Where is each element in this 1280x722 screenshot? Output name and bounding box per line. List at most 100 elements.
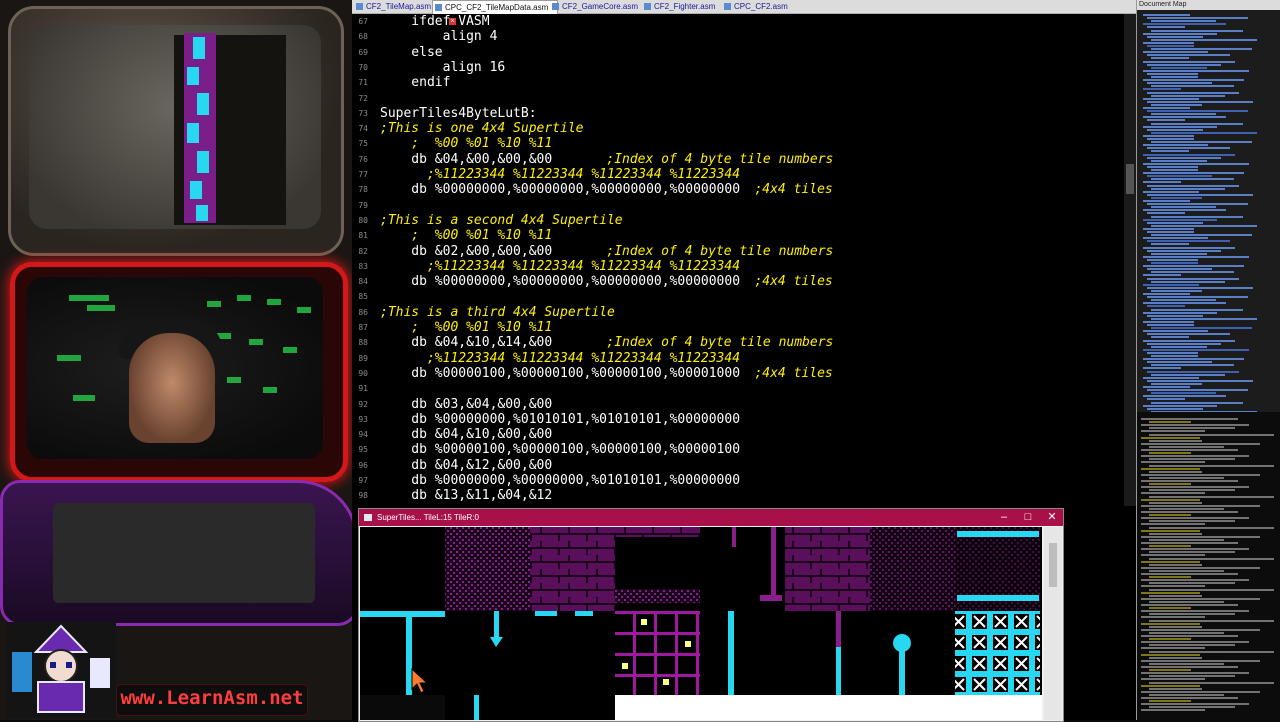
minimap-line — [1143, 88, 1181, 91]
code-line[interactable]: 86 ;This is a third 4x4 Supertile — [352, 305, 1122, 320]
minimap-line — [1141, 548, 1249, 551]
tab-label: CF2_TileMap.asm — [366, 2, 432, 11]
code-comment: ;This is a second 4x4 Supertile — [380, 212, 623, 228]
line-number: 75 — [358, 139, 368, 149]
code-line[interactable]: 76 db &04,&00,&00,&00 ;Index of 4 byte t… — [352, 152, 1122, 167]
code-line[interactable]: 74 ;This is one 4x4 Supertile — [352, 121, 1122, 136]
code-line[interactable]: 91 — [352, 381, 1122, 396]
code-line[interactable]: 84 db %00000000,%00000000,%00000000,%000… — [352, 274, 1122, 289]
minimap-line — [1141, 554, 1205, 557]
code-line[interactable]: 96 db &04,&12,&00,&00 — [352, 458, 1122, 473]
code-line[interactable]: 82 db &02,&00,&00,&00 ;Index of 4 byte t… — [352, 244, 1122, 259]
tile-viewer-scrollbar[interactable] — [1044, 527, 1062, 720]
code-area[interactable]: 67 ifdef VASM 68 align 4 69 else 70 align 1… — [352, 14, 1122, 506]
code-line[interactable]: 93 db %00000000,%01010101,%01010101,%000… — [352, 412, 1122, 427]
minimap-line — [1151, 29, 1243, 32]
line-number: 88 — [358, 338, 368, 348]
code-line[interactable]: 71 endif — [352, 75, 1122, 90]
code-line[interactable]: 90 db %00000100,%00000100,%00000100,%000… — [352, 366, 1122, 381]
scrollbar-thumb[interactable] — [1126, 164, 1134, 194]
minimap-line — [1143, 311, 1217, 314]
line-number: 76 — [358, 154, 368, 164]
tab-cf2-tilemap[interactable]: CF2_TileMap.asm — [354, 0, 436, 13]
code-line[interactable]: 87 ; %00 %01 %10 %11 — [352, 320, 1122, 335]
minimap-line — [1149, 576, 1191, 579]
code-line[interactable]: 80 ;This is a second 4x4 Supertile — [352, 213, 1122, 228]
minimap-line — [1147, 249, 1221, 252]
code-line[interactable]: 72 — [352, 91, 1122, 106]
minimap-line — [1147, 165, 1198, 168]
minimap-line — [1151, 401, 1243, 404]
code-line[interactable]: 68 align 4 — [352, 29, 1122, 44]
close-icon[interactable]: ✕ — [1041, 509, 1063, 526]
minimap-line — [1143, 107, 1190, 109]
code-line[interactable]: 97 db %00000000,%00000000,%01010101,%000… — [352, 473, 1122, 488]
code-line[interactable]: 70 align 16 — [352, 60, 1122, 75]
minimap-line — [1149, 476, 1224, 479]
decor-frame — [0, 480, 352, 626]
code-line[interactable]: 79 — [352, 198, 1122, 213]
code-line[interactable]: 94 db &04,&10,&00,&00 — [352, 427, 1122, 442]
minimap-line — [1141, 678, 1205, 681]
minimap-line — [1141, 666, 1238, 668]
minimap-line — [1149, 563, 1202, 566]
website-logo-plate: www.LearnAsm.net — [116, 684, 308, 716]
line-number: 85 — [358, 292, 368, 302]
code-line[interactable]: 67 ifdef VASM — [352, 14, 1122, 29]
minimap-line — [1147, 258, 1198, 261]
minimap-line — [1151, 206, 1216, 209]
tab-cpc-cf2-tilemapdata[interactable]: CPC_CF2_TileMapData.asm× — [432, 0, 558, 25]
line-number: 94 — [358, 430, 368, 440]
minimap-line — [1147, 333, 1230, 336]
code-comment: ; %00 %01 %10 %11 — [380, 136, 553, 152]
line-number: 97 — [358, 476, 368, 485]
tile-viewer-titlebar[interactable]: SuperTiles... TileL:15 TileR:0 – □ ✕ — [359, 509, 1063, 526]
maximize-icon[interactable]: □ — [1017, 509, 1039, 526]
minimap-line — [1143, 200, 1190, 202]
document-map-viewport[interactable] — [1137, 412, 1280, 720]
minimap-line — [1143, 320, 1194, 323]
code-comment: ;This is one 4x4 Supertile — [380, 121, 584, 137]
minimap-line — [1141, 430, 1205, 433]
tab-cf2-gamecore[interactable]: CF2_GameCore.asm — [550, 0, 646, 13]
tab-cf2-fighter[interactable]: CF2_Fighter.asm — [642, 0, 726, 13]
code-comment: ;%11223344 %11223344 %11223344 %11223344 — [380, 258, 741, 274]
minimap-line — [1149, 520, 1235, 523]
code-line[interactable]: 98 db &13,&11,&04,&12 — [352, 488, 1122, 503]
code-line[interactable]: 88 db &04,&10,&14,&00 ;Index of 4 byte t… — [352, 335, 1122, 350]
minimap-line — [1147, 26, 1185, 29]
code-line[interactable]: 83 ;%11223344 %11223344 %11223344 %11223… — [352, 259, 1122, 274]
code-line[interactable]: 81 ; %00 %01 %10 %11 — [352, 228, 1122, 243]
minimap-line — [1149, 662, 1224, 665]
minimap-line — [1149, 656, 1202, 659]
minimap-line — [1149, 557, 1274, 560]
code-line[interactable]: 73 SuperTiles4ByteLutB: — [352, 106, 1122, 121]
minimize-icon[interactable]: – — [993, 509, 1015, 526]
minimap-line — [1151, 224, 1257, 227]
file-icon — [644, 3, 651, 10]
code-comment: ;%11223344 %11223344 %11223344 %11223344 — [380, 350, 741, 366]
code-line[interactable]: 77 ;%11223344 %11223344 %11223344 %11223… — [352, 167, 1122, 182]
tile-viewer-window: SuperTiles... TileL:15 TileR:0 – □ ✕ — [358, 508, 1064, 722]
minimap-line — [1149, 470, 1202, 473]
code-line[interactable]: 92 db &03,&04,&00,&00 — [352, 397, 1122, 412]
code-line[interactable]: 75 ; %00 %01 %10 %11 — [352, 136, 1122, 151]
tile-canvas[interactable] — [360, 527, 1042, 720]
minimap-line — [1143, 265, 1244, 268]
minimap-line — [1141, 442, 1260, 445]
code-line[interactable]: 89 ;%11223344 %11223344 %11223344 %11223… — [352, 351, 1122, 366]
minimap-line — [1147, 221, 1203, 224]
scrollbar-thumb[interactable] — [1049, 543, 1057, 587]
line-number: 84 — [358, 277, 368, 287]
code-line[interactable]: 85 — [352, 289, 1122, 304]
document-map[interactable] — [1137, 10, 1280, 430]
minimap-line — [1141, 492, 1205, 495]
tab-cpc-cf2[interactable]: CPC_CF2.asm — [722, 0, 798, 13]
editor-scrollbar[interactable] — [1124, 14, 1136, 506]
code-line[interactable]: 69 else — [352, 45, 1122, 60]
minimap-line — [1149, 675, 1235, 678]
minimap-line — [1147, 35, 1203, 38]
code-line[interactable]: 78 db %00000000,%00000000,%00000000,%000… — [352, 182, 1122, 197]
code-line[interactable]: 95 db %00000100,%00000100,%00000100,%000… — [352, 442, 1122, 457]
line-number: 73 — [358, 108, 368, 118]
